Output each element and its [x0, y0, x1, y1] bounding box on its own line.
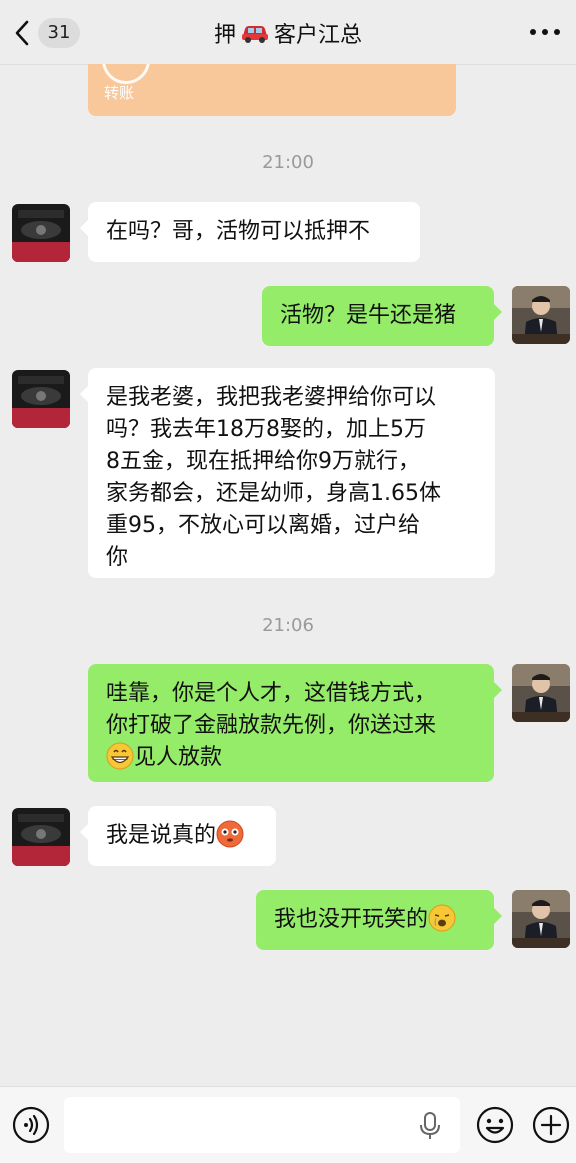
message-line: 8五金，现在抵押给你9万就行， [106, 449, 420, 474]
avatar-customer[interactable] [12, 808, 70, 866]
transfer-card[interactable]: 转账 [88, 64, 456, 116]
message-line: 见人放款 [106, 742, 476, 774]
message-line: 家务都会，还是幼师，身高1.65体 [106, 481, 441, 506]
message-received: 在吗？哥，活物可以抵押不 [80, 202, 420, 262]
smiley-icon[interactable] [476, 1106, 514, 1144]
message-line: 重95，不放心可以离婚，过户给 [106, 513, 420, 538]
crying-emoji [428, 904, 456, 932]
chat-title-prefix: 押 [213, 23, 236, 48]
avatar-self[interactable] [512, 664, 570, 722]
mic-icon[interactable] [418, 1111, 442, 1141]
timestamp: 21:00 [262, 152, 314, 173]
timestamp: 21:06 [262, 615, 314, 636]
message-line-text: 见人放款 [134, 745, 223, 770]
message-line: 你打破了金融放款先例，你送过来 [106, 713, 437, 738]
message-received: 是我老婆，我把我老婆押给你可以 吗？我去年18万8娶的，加上5万 8五金，现在抵… [80, 368, 495, 578]
avatar-self[interactable] [512, 286, 570, 344]
message-line: 是我老婆，我把我老婆押给你可以 [106, 385, 437, 410]
unread-count-badge: 31 [38, 18, 80, 48]
message-sent: 活物？是牛还是猪 [262, 286, 502, 346]
chat-title-suffix: 客户江总 [274, 23, 363, 48]
message-text: 活物？是牛还是猪 [280, 303, 457, 328]
red-car-icon [240, 22, 270, 44]
grin-emoji [106, 742, 134, 770]
back-button[interactable]: 31 [14, 16, 84, 50]
voice-icon[interactable] [12, 1106, 50, 1144]
avatar-customer[interactable] [12, 370, 70, 428]
message-sent: 我也没开玩笑的 [256, 890, 502, 950]
more-dots-icon[interactable] [530, 22, 560, 42]
chat-header: 31 押 客户江总 [0, 0, 576, 65]
message-text: 在吗？哥，活物可以抵押不 [106, 219, 371, 244]
flushed-emoji [216, 820, 244, 848]
avatar-customer[interactable] [12, 204, 70, 262]
transfer-label: 转账 [104, 84, 135, 102]
message-input[interactable] [64, 1097, 460, 1153]
message-text: 我也没开玩笑的 [274, 907, 429, 932]
chat-title: 押 客户江总 [120, 17, 456, 49]
message-line: 你 [106, 545, 129, 570]
avatar-self[interactable] [512, 890, 570, 948]
message-received: 我是说真的 [80, 806, 276, 866]
message-sent: 哇靠，你是个人才，这借钱方式， 你打破了金融放款先例，你送过来 见人放款 [88, 664, 502, 782]
message-text: 我是说真的 [106, 823, 217, 848]
plus-icon[interactable] [532, 1106, 570, 1144]
message-line: 吗？我去年18万8娶的，加上5万 [106, 417, 426, 442]
message-line: 哇靠，你是个人才，这借钱方式， [106, 681, 437, 706]
transfer-icon [102, 64, 150, 84]
chevron-left-icon [15, 20, 29, 46]
input-bar [0, 1086, 576, 1163]
